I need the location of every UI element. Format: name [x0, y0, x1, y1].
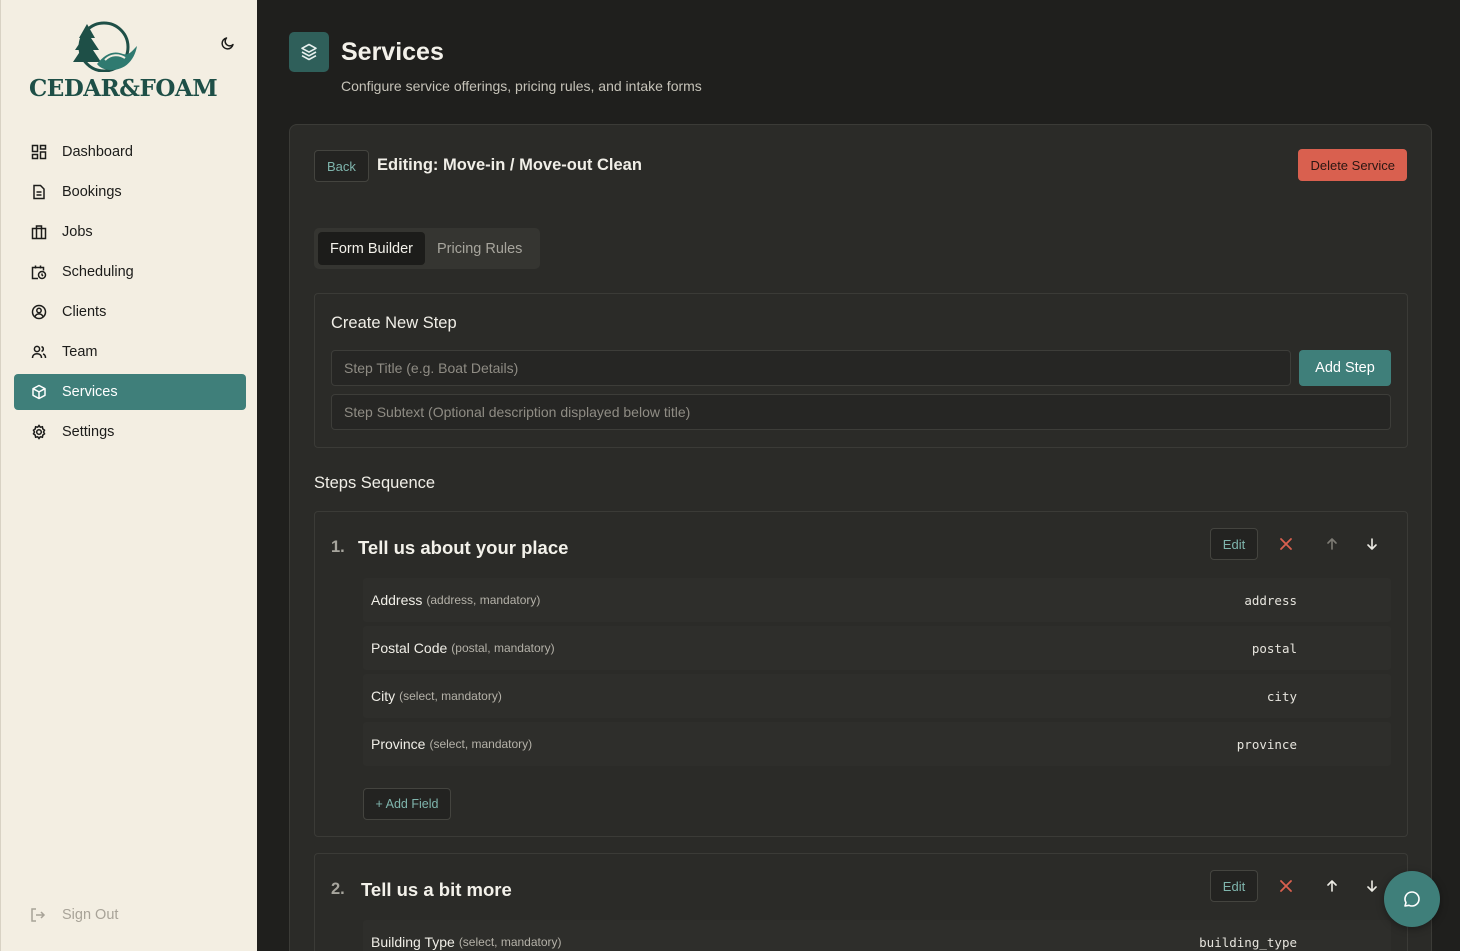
brand-logo[interactable]: CEDAR&FOAM — [29, 20, 218, 105]
sign-out-label: Sign Out — [62, 907, 119, 923]
editing-title: Editing: Move-in / Move-out Clean — [377, 156, 642, 174]
sidebar-item-team[interactable]: Team — [14, 334, 246, 370]
back-button[interactable]: Back — [314, 150, 369, 182]
package-icon — [30, 383, 48, 401]
sidebar-item-settings[interactable]: Settings — [14, 414, 246, 450]
form-field-row[interactable]: Building Type (select, mandatory) buildi… — [363, 920, 1391, 951]
move-step-up-button[interactable] — [1320, 874, 1344, 898]
tab-pricing-rules[interactable]: Pricing Rules — [425, 232, 534, 265]
steps-sequence-title: Steps Sequence — [314, 474, 436, 492]
create-step-title: Create New Step — [331, 314, 457, 332]
sidebar-item-clients[interactable]: Clients — [14, 294, 246, 330]
sidebar-item-label: Scheduling — [62, 264, 134, 280]
sidebar-item-bookings[interactable]: Bookings — [14, 174, 246, 210]
theme-toggle-button[interactable] — [217, 32, 239, 54]
form-field-row[interactable]: Province (select, mandatory) province — [363, 722, 1391, 766]
page-title: Services — [341, 38, 444, 66]
step-card: 1. Tell us about your place Edit Address… — [314, 511, 1408, 837]
sidebar-item-label: Jobs — [62, 224, 93, 240]
tree-wave-logo-icon — [73, 21, 137, 72]
sign-out-icon — [30, 906, 48, 924]
move-step-down-button[interactable] — [1360, 532, 1384, 556]
close-icon — [1280, 538, 1292, 550]
briefcase-icon — [30, 223, 48, 241]
sidebar-item-label: Clients — [62, 304, 107, 320]
chat-bubble-icon — [1404, 891, 1420, 907]
delete-service-button[interactable]: Delete Service — [1298, 149, 1407, 181]
calendar-clock-icon — [30, 263, 48, 281]
step-number: 2. — [331, 880, 345, 898]
step-title-input[interactable]: Step Title (e.g. Boat Details) — [331, 350, 1291, 386]
sidebar-item-services[interactable]: Services — [14, 374, 246, 410]
field-meta: (postal, mandatory) — [451, 641, 555, 655]
tab-form-builder[interactable]: Form Builder — [318, 232, 425, 265]
add-step-button[interactable]: Add Step — [1299, 350, 1391, 386]
field-label: Address — [371, 592, 423, 608]
arrow-up-icon — [1327, 538, 1337, 550]
field-meta: (select, mandatory) — [399, 689, 502, 703]
field-label: City — [371, 688, 396, 704]
sidebar-item-dashboard[interactable]: Dashboard — [14, 134, 246, 170]
step-subtext-input[interactable]: Step Subtext (Optional description displ… — [331, 394, 1391, 430]
sign-out-button[interactable]: Sign Out — [30, 906, 118, 924]
chat-button[interactable] — [1384, 871, 1440, 927]
arrow-up-icon — [1327, 880, 1337, 892]
field-label: Province — [371, 736, 426, 752]
edit-step-button[interactable]: Edit — [1210, 528, 1258, 560]
service-editor-panel: Back Editing: Move-in / Move-out Clean D… — [289, 124, 1432, 951]
move-step-up-button[interactable] — [1320, 532, 1344, 556]
sidebar-item-scheduling[interactable]: Scheduling — [14, 254, 246, 290]
field-meta: (select, mandatory) — [458, 935, 562, 949]
sidebar-item-label: Services — [62, 384, 118, 400]
form-field-row[interactable]: Postal Code (postal, mandatory) postal — [363, 626, 1391, 670]
step-card: 2. Tell us a bit more Edit Building Type… — [314, 853, 1408, 951]
users-icon — [30, 343, 48, 361]
gear-icon — [30, 423, 48, 441]
close-icon — [1280, 880, 1292, 892]
field-key: city — [1266, 688, 1297, 704]
services-header-icon — [289, 32, 329, 72]
field-label: Building Type — [371, 934, 455, 950]
edit-step-button[interactable]: Edit — [1210, 870, 1258, 902]
step-title: Tell us about your place — [358, 537, 569, 558]
moon-icon — [221, 37, 234, 50]
page-subtitle: Configure service offerings, pricing rul… — [341, 78, 702, 94]
dashboard-icon — [30, 143, 48, 161]
field-meta: (address, mandatory) — [426, 593, 541, 607]
sidebar-item-label: Bookings — [62, 184, 122, 200]
layers-icon — [301, 43, 317, 61]
step-number: 1. — [331, 538, 345, 556]
form-field-row[interactable]: City (select, mandatory) city — [363, 674, 1391, 718]
form-field-row[interactable]: Address (address, mandatory) address — [363, 578, 1391, 622]
arrow-down-icon — [1367, 538, 1377, 550]
field-key: postal — [1251, 640, 1297, 656]
step-title: Tell us a bit more — [361, 879, 512, 900]
document-icon — [30, 183, 48, 201]
field-key: province — [1236, 736, 1297, 752]
delete-step-button[interactable] — [1274, 874, 1298, 898]
field-key: building_type — [1199, 934, 1297, 950]
sidebar: CEDAR&FOAM Dashboard Bookings Jobs Sched… — [0, 0, 257, 951]
sidebar-item-label: Settings — [62, 424, 115, 440]
create-step-box: Create New Step Step Title (e.g. Boat De… — [314, 293, 1408, 448]
field-meta: (select, mandatory) — [429, 737, 533, 751]
add-field-button[interactable]: + Add Field — [363, 788, 451, 820]
sidebar-item-label: Dashboard — [62, 144, 133, 160]
sidebar-nav: Dashboard Bookings Jobs Scheduling Clien… — [14, 134, 246, 454]
user-circle-icon — [30, 303, 48, 321]
editor-tabs: Form Builder Pricing Rules — [314, 228, 540, 269]
move-step-down-button[interactable] — [1360, 874, 1384, 898]
sidebar-item-jobs[interactable]: Jobs — [14, 214, 246, 250]
brand-name: CEDAR&FOAM — [29, 75, 218, 102]
sidebar-item-label: Team — [62, 344, 98, 360]
arrow-down-icon — [1367, 880, 1377, 892]
field-key: address — [1244, 592, 1297, 608]
field-label: Postal Code — [371, 640, 448, 656]
delete-step-button[interactable] — [1274, 532, 1298, 556]
